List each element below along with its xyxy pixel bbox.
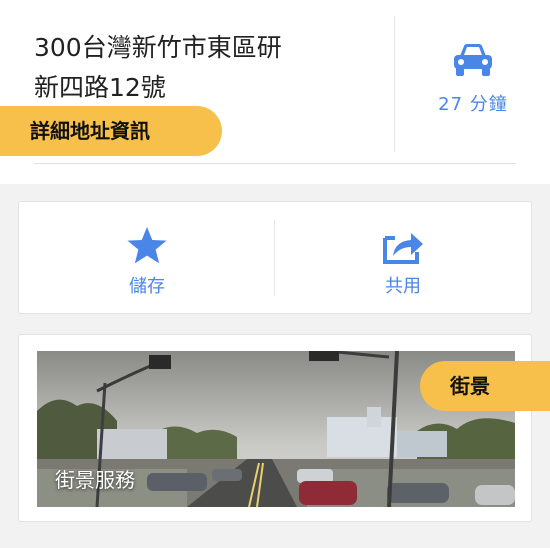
place-info-card: 300台灣新竹市東區研 新四路12號 27 分鐘 xyxy=(0,0,550,184)
share-button[interactable]: 共用 xyxy=(275,202,531,313)
horizontal-divider xyxy=(34,163,516,164)
star-icon xyxy=(127,227,167,264)
address-line-2: 新四路12號 xyxy=(34,73,166,102)
save-button[interactable]: 儲存 xyxy=(19,202,275,313)
car-icon xyxy=(454,44,492,76)
address-info-tag: 詳細地址資訊 xyxy=(0,106,222,156)
vertical-divider xyxy=(394,16,395,152)
actions-card: 儲存 共用 xyxy=(18,201,532,314)
drive-time: 27 分鐘 xyxy=(438,94,508,115)
place-address: 300台灣新竹市東區研 新四路12號 xyxy=(34,28,364,108)
street-view-caption: 街景服務 xyxy=(55,468,135,492)
street-view-tag: 街景 xyxy=(420,361,550,411)
address-line-1: 300台灣新竹市東區研 xyxy=(34,33,282,62)
save-label: 儲存 xyxy=(129,276,165,297)
share-icon xyxy=(383,233,423,264)
share-label: 共用 xyxy=(385,276,421,297)
directions-button[interactable]: 27 分鐘 xyxy=(396,36,550,126)
